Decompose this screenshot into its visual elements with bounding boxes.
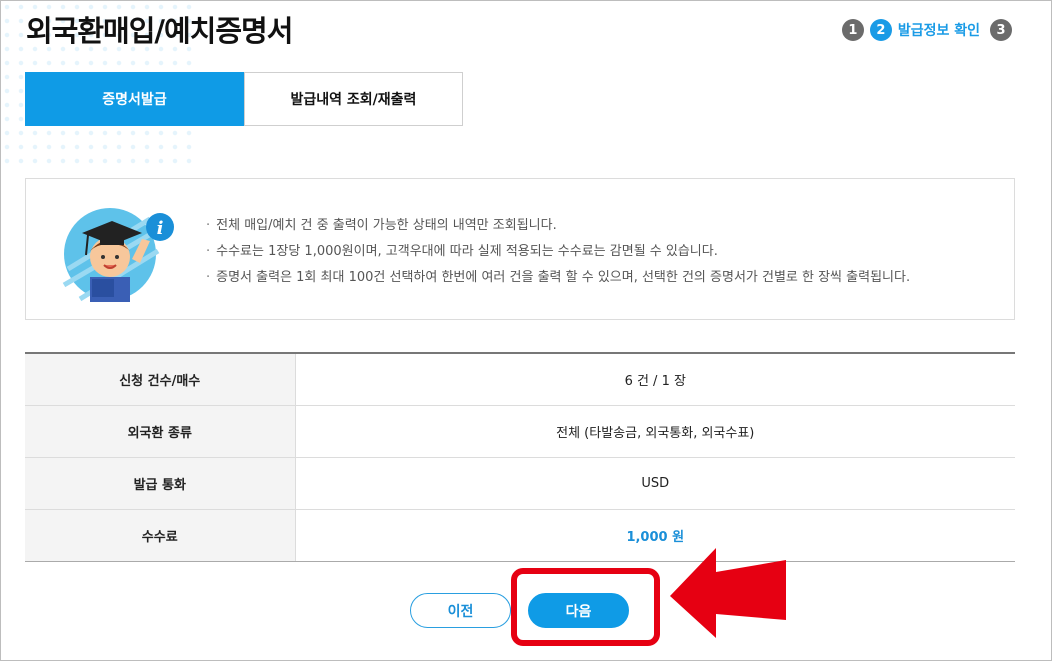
row-label-fx-type: 외국환 종류 (25, 405, 296, 458)
table-row: 수수료 1,000 원 (25, 509, 1015, 562)
graduate-info-illustration: i (62, 208, 174, 302)
table-row: 신청 건수/매수 6 건 / 1 장 (25, 353, 1015, 406)
prev-button[interactable]: 이전 (410, 593, 511, 628)
notice-list: 전체 매입/예치 건 중 출력이 가능한 상태의 내역만 조회됩니다. 수수료는… (206, 213, 910, 291)
svg-text:i: i (157, 218, 164, 239)
notice-box: i 전체 매입/예치 건 중 출력이 가능한 상태의 내역만 조회됩니다. 수수… (25, 178, 1015, 320)
issuance-info-table: 신청 건수/매수 6 건 / 1 장 외국환 종류 전체 (타발송금, 외국통화… (25, 352, 1015, 562)
page-title: 외국환매입/예치증명서 (26, 14, 293, 48)
row-label-currency: 발급 통화 (25, 457, 296, 510)
tab-bar: 증명서발급 발급내역 조회/재출력 (25, 72, 463, 126)
step-indicator: 1 2 발급정보 확인 3 (841, 19, 1012, 41)
notice-item: 전체 매입/예치 건 중 출력이 가능한 상태의 내역만 조회됩니다. (206, 213, 910, 239)
row-label-count: 신청 건수/매수 (25, 353, 296, 406)
tab-issue-certificate[interactable]: 증명서발급 (25, 72, 244, 126)
notice-item: 수수료는 1장당 1,000원이며, 고객우대에 따라 실제 적용되는 수수료는… (206, 239, 910, 265)
table-row: 발급 통화 USD (25, 457, 1015, 510)
tab-issue-history[interactable]: 발급내역 조회/재출력 (244, 72, 463, 126)
row-value-fee: 1,000 원 (295, 509, 1015, 562)
row-value-fx-type: 전체 (타발송금, 외국통화, 외국수표) (295, 405, 1015, 458)
step-3: 3 (990, 19, 1012, 41)
row-label-fee: 수수료 (25, 509, 296, 562)
highlight-box (511, 568, 660, 646)
row-value-currency: USD (295, 457, 1015, 510)
row-value-count: 6 건 / 1 장 (295, 353, 1015, 406)
step-2-label: 발급정보 확인 (897, 23, 980, 39)
table-row: 외국환 종류 전체 (타발송금, 외국통화, 외국수표) (25, 405, 1015, 458)
red-arrow-annotation (670, 548, 786, 638)
step-2: 2 (869, 19, 892, 41)
step-1: 1 (841, 19, 864, 41)
notice-item: 증명서 출력은 1회 최대 100건 선택하여 한번에 여러 건을 출력 할 수… (206, 265, 910, 291)
